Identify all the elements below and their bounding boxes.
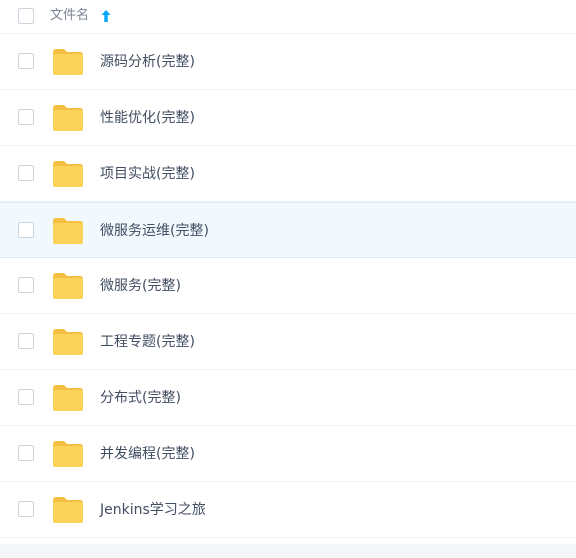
file-name[interactable]: 微服务运维(完整) <box>100 221 209 241</box>
arrow-up-icon[interactable] <box>100 9 112 23</box>
row-checkbox[interactable] <box>18 333 34 349</box>
file-name[interactable]: Jenkins学习之旅 <box>100 500 206 520</box>
row-checkbox[interactable] <box>18 389 34 405</box>
file-name[interactable]: 工程专题(完整) <box>100 332 195 352</box>
row-checkbox[interactable] <box>18 53 34 69</box>
file-name[interactable]: 源码分析(完整) <box>100 52 195 72</box>
file-row[interactable]: 性能优化(完整) <box>0 90 576 146</box>
row-checkbox[interactable] <box>18 109 34 125</box>
file-row-hovered[interactable]: 微服务运维(完整) <box>0 202 576 258</box>
folder-icon <box>53 273 83 299</box>
folder-icon <box>53 441 83 467</box>
row-checkbox[interactable] <box>18 165 34 181</box>
file-name[interactable]: 项目实战(完整) <box>100 164 195 184</box>
folder-icon <box>53 329 83 355</box>
folder-icon <box>53 385 83 411</box>
folder-icon <box>53 49 83 75</box>
file-row[interactable]: 并发编程(完整) <box>0 426 576 482</box>
folder-icon <box>53 161 83 187</box>
file-row[interactable]: 分布式(完整) <box>0 370 576 426</box>
file-name[interactable]: 分布式(完整) <box>100 388 181 408</box>
folder-icon <box>53 497 83 523</box>
list-footer <box>0 544 576 558</box>
filename-column-header[interactable]: 文件名 <box>50 7 89 25</box>
row-checkbox[interactable] <box>18 501 34 517</box>
file-row[interactable]: Jenkins学习之旅 <box>0 482 576 538</box>
file-row[interactable]: 工程专题(完整) <box>0 314 576 370</box>
file-row[interactable]: 微服务(完整) <box>0 258 576 314</box>
file-list: 文件名 源码分析(完整) 性能优化(完整) 项目实战(完整) 微服务运维(完整)… <box>0 0 576 538</box>
row-checkbox[interactable] <box>18 222 34 238</box>
list-header: 文件名 <box>0 0 576 34</box>
folder-icon <box>53 105 83 131</box>
file-name[interactable]: 微服务(完整) <box>100 276 181 296</box>
file-row[interactable]: 源码分析(完整) <box>0 34 576 90</box>
file-name[interactable]: 性能优化(完整) <box>100 108 195 128</box>
file-row[interactable]: 项目实战(完整) <box>0 146 576 202</box>
select-all-checkbox[interactable] <box>18 8 34 24</box>
row-checkbox[interactable] <box>18 277 34 293</box>
folder-icon <box>53 218 83 244</box>
row-checkbox[interactable] <box>18 445 34 461</box>
file-name[interactable]: 并发编程(完整) <box>100 444 195 464</box>
